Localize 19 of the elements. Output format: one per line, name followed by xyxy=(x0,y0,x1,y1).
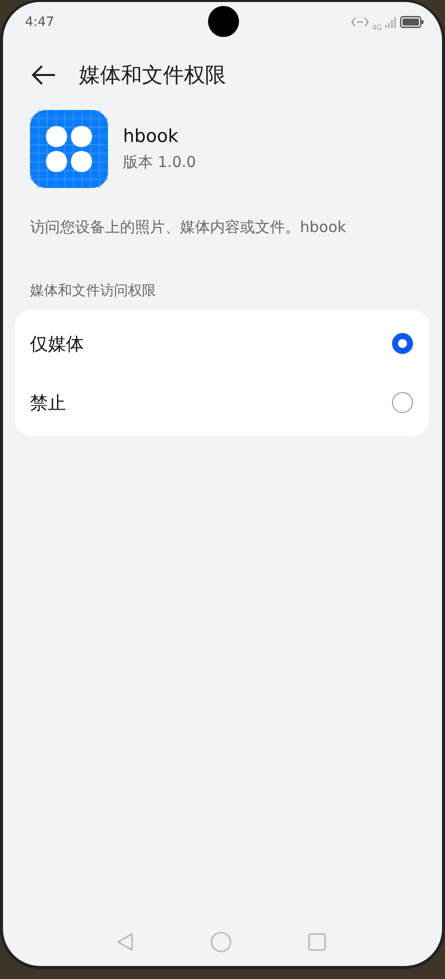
section-title: 媒体和文件访问权限 xyxy=(30,282,157,300)
camera-hole xyxy=(208,6,239,37)
signal-icon xyxy=(385,16,397,28)
hotspot-icon xyxy=(351,17,370,27)
radio-option[interactable]: 禁止 xyxy=(15,373,429,432)
radio-button[interactable] xyxy=(392,333,413,354)
app-icon xyxy=(30,110,108,188)
back-icon[interactable] xyxy=(31,64,57,86)
recents-nav-icon[interactable] xyxy=(306,932,326,952)
app-name: hbook xyxy=(123,126,180,147)
back-nav-icon[interactable] xyxy=(114,932,134,952)
app-version: 版本 1.0.0 xyxy=(123,153,196,172)
radio-button[interactable] xyxy=(392,392,413,413)
page-title: 媒体和文件权限 xyxy=(79,62,226,89)
radio-option[interactable]: 仅媒体 xyxy=(15,314,429,373)
battery-icon xyxy=(400,16,424,28)
home-nav-icon[interactable] xyxy=(210,931,232,953)
permission-description: 访问您设备上的照片、媒体内容或文件。hbook xyxy=(30,218,348,237)
status-time: 4:47 xyxy=(25,14,54,30)
